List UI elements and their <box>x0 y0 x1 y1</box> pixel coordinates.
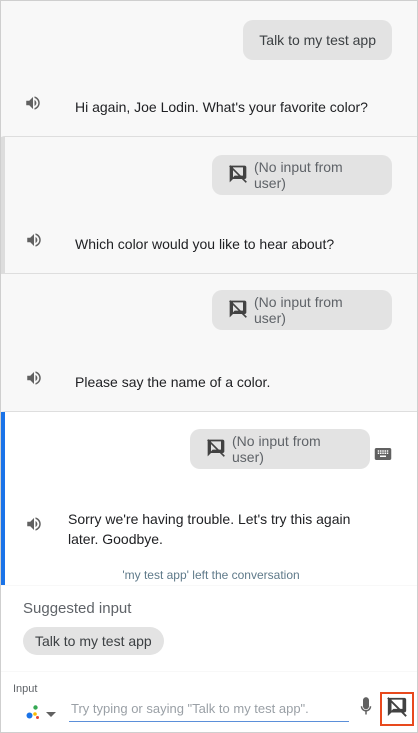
user-query-text: Talk to my test app <box>259 32 376 48</box>
conversation-ended-note: 'my test app' left the conversation <box>122 568 300 582</box>
mic-icon[interactable] <box>357 696 375 723</box>
speaker-icon[interactable] <box>25 369 43 392</box>
no-input-bubble: (No input from user) <box>190 429 370 469</box>
no-input-text: (No input from user) <box>254 159 343 191</box>
no-input-icon <box>228 299 248 322</box>
no-input-text: (No input from user) <box>232 433 321 465</box>
speaker-icon[interactable] <box>25 231 43 254</box>
simulator-panel: Talk to my test app Hi again, Joe Lodin.… <box>0 0 418 733</box>
speaker-icon[interactable] <box>25 515 43 538</box>
no-input-button[interactable] <box>380 692 414 726</box>
no-input-icon <box>228 164 248 187</box>
no-input-icon <box>206 438 226 461</box>
assistant-response: Sorry we're having trouble. Let's try th… <box>68 511 351 547</box>
query-input[interactable] <box>69 696 349 722</box>
conversation-turn[interactable]: (No input from user) Which color would y… <box>1 137 417 274</box>
conversation-turn[interactable]: Talk to my test app Hi again, Joe Lodin.… <box>1 1 417 137</box>
no-input-text: (No input from user) <box>254 294 343 326</box>
no-input-bubble: (No input from user) <box>212 155 392 195</box>
suggestion-chip[interactable]: Talk to my test app <box>23 627 164 655</box>
assistant-response: Which color would you like to hear about… <box>75 236 335 252</box>
input-area: Input <box>1 672 417 732</box>
assistant-response: Please say the name of a color. <box>75 374 271 390</box>
no-input-bubble: (No input from user) <box>212 290 392 330</box>
suggested-input-title: Suggested input <box>23 600 132 617</box>
suggested-input-section: Suggested input Talk to my test app <box>1 586 417 671</box>
speaker-icon[interactable] <box>24 94 42 117</box>
assistant-response: Hi again, Joe Lodin. What's your favorit… <box>75 99 368 115</box>
dropdown-arrow-icon[interactable] <box>45 706 57 724</box>
assistant-dots-icon[interactable] <box>23 703 41 721</box>
keyboard-icon[interactable] <box>374 447 392 466</box>
no-input-icon <box>386 696 408 723</box>
conversation-turn[interactable]: (No input from user) Please say the name… <box>1 274 417 412</box>
conversation-turn-selected[interactable]: (No input from user) Sorry we're having … <box>1 412 417 585</box>
user-query-bubble: Talk to my test app <box>243 20 392 60</box>
input-label: Input <box>13 683 38 695</box>
